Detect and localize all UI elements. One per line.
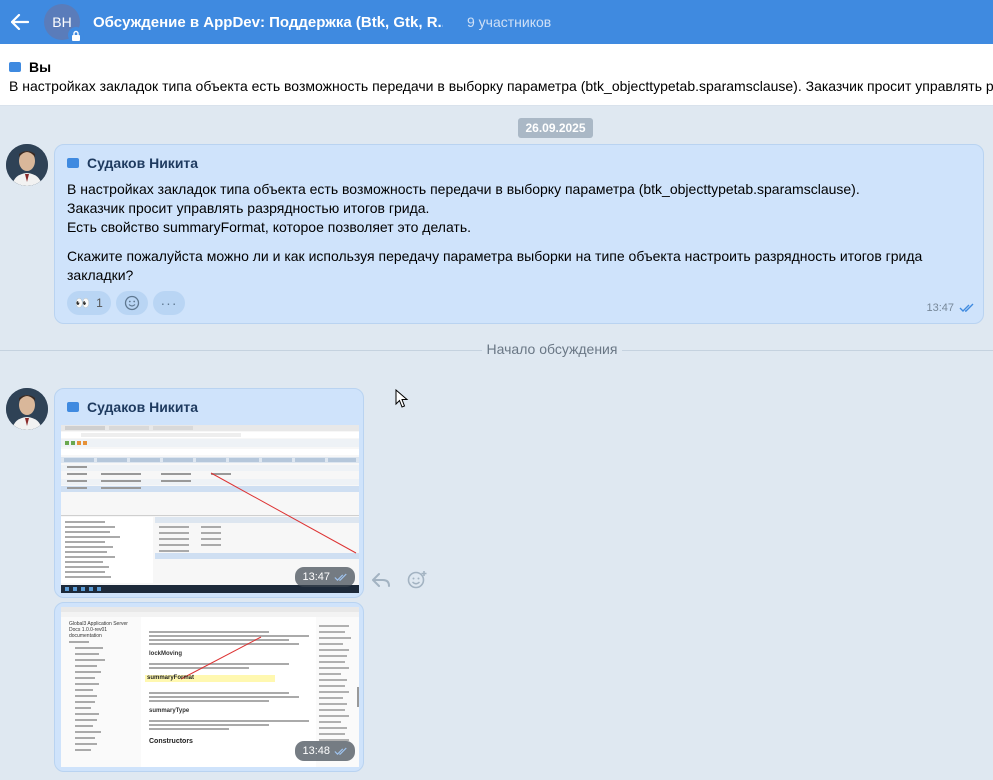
message-line: Есть свойство summaryFormat, которое поз… xyxy=(67,219,472,235)
reply-button[interactable] xyxy=(367,566,395,594)
message-line: Скажите пожалуйста можно ли и как исполь… xyxy=(67,248,923,264)
back-button[interactable] xyxy=(0,0,40,44)
message-line: Заказчик просит управлять разрядностью и… xyxy=(67,200,430,216)
add-reaction-button[interactable] xyxy=(403,566,431,594)
avatar[interactable] xyxy=(6,144,48,186)
group-avatar-wrap[interactable]: ВН xyxy=(44,4,84,43)
message-line: закладки? xyxy=(67,267,134,283)
lock-icon xyxy=(72,30,80,41)
reaction-chip[interactable]: 👀 1 xyxy=(67,291,111,315)
doc-sidebar-title: Global3 Application Server Docs 1.0.0-re… xyxy=(69,621,128,639)
pinned-message[interactable]: Вы В настройках закладок типа объекта ес… xyxy=(0,44,993,106)
image-time: 13:47 xyxy=(295,567,355,587)
screenshot-image-2[interactable]: Global3 Application Server Docs 1.0.0-re… xyxy=(61,607,359,767)
avatar[interactable] xyxy=(6,388,48,430)
add-reaction-button[interactable] xyxy=(116,291,148,315)
doc-heading-summarytype: summaryType xyxy=(149,708,190,714)
user-photo-icon xyxy=(6,144,48,186)
pinned-text: В настройках закладок типа объекта есть … xyxy=(9,78,993,94)
participants-count[interactable]: 9 участников xyxy=(467,14,551,30)
time-label: 13:47 xyxy=(926,302,954,314)
back-arrow-icon xyxy=(11,14,29,30)
date-separator: 26.09.2025 xyxy=(518,118,593,138)
mouse-cursor-icon xyxy=(395,389,409,408)
double-check-icon xyxy=(334,747,347,755)
eyes-emoji-icon: 👀 xyxy=(75,296,91,310)
reactions-bar: 👀 1 ··· xyxy=(67,291,185,315)
message-line: В настройках закладок типа объекта есть … xyxy=(67,181,860,197)
message-author[interactable]: Судаков Никита xyxy=(67,155,198,171)
message-time: 13:47 xyxy=(926,302,975,314)
briefcase-icon xyxy=(9,62,21,72)
image-message-bubble[interactable]: Судаков Никита 13:47 xyxy=(54,388,364,598)
chat-header: ВН Обсуждение в AppDev: Поддержка (Btk, … xyxy=(0,0,993,44)
time-label: 13:47 xyxy=(302,571,330,583)
user-photo-icon xyxy=(6,388,48,430)
briefcase-icon xyxy=(67,158,79,168)
pinned-author-name: Вы xyxy=(29,59,52,75)
more-options-button[interactable]: ··· xyxy=(153,291,185,315)
double-check-icon xyxy=(334,573,347,581)
time-label: 13:48 xyxy=(302,745,330,757)
divider-label: Начало обсуждения xyxy=(482,341,622,357)
author-name: Судаков Никита xyxy=(87,155,199,171)
more-icon: ··· xyxy=(160,295,178,311)
author-name: Судаков Никита xyxy=(87,399,199,415)
doc-highlight-summaryformat: summaryFormat xyxy=(147,675,195,681)
image-message-bubble[interactable]: Global3 Application Server Docs 1.0.0-re… xyxy=(54,602,364,772)
doc-heading-lockmoving: lockMoving xyxy=(149,651,183,657)
smile-plus-icon xyxy=(407,571,427,589)
message-author[interactable]: Судаков Никита xyxy=(67,399,198,415)
screenshot-image-1[interactable]: 13:47 xyxy=(61,425,359,593)
reply-icon xyxy=(372,573,390,587)
smile-plus-icon xyxy=(124,295,140,311)
message-text: В настройках закладок типа объекта есть … xyxy=(67,180,967,285)
image-time: 13:48 xyxy=(295,741,355,761)
reaction-count: 1 xyxy=(96,296,103,310)
doc-heading-constructors: Constructors xyxy=(149,738,193,745)
pinned-author: Вы xyxy=(9,59,51,75)
message-bubble[interactable]: Судаков Никита В настройках закладок тип… xyxy=(54,144,984,324)
briefcase-icon xyxy=(67,402,79,412)
lock-badge xyxy=(68,27,84,43)
double-check-icon xyxy=(959,303,974,312)
chat-title[interactable]: Обсуждение в AppDev: Поддержка (Btk, Gtk… xyxy=(93,14,443,31)
